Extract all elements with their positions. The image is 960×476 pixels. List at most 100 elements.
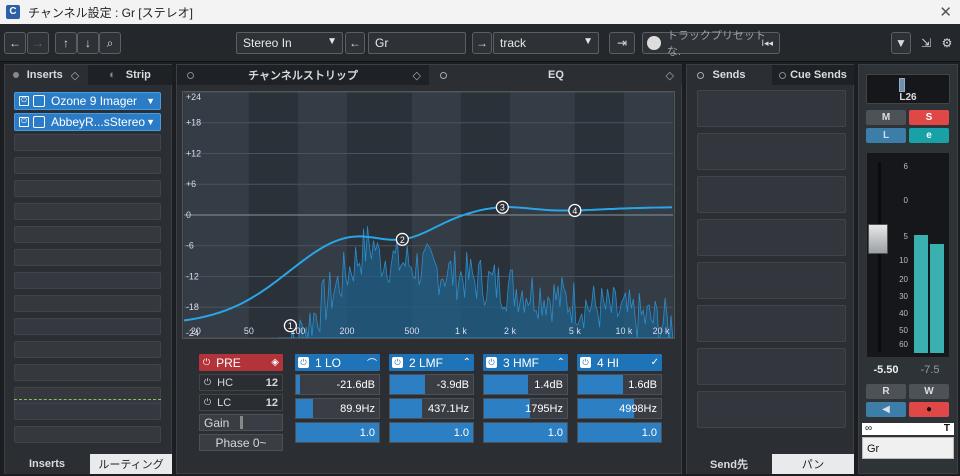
insert-slot-1[interactable]: ⏻ Ozone 9 Imager ▼ — [14, 92, 161, 110]
insert-slot-2[interactable]: ⏻ AbbeyR...sStereo ▼ — [14, 113, 161, 131]
peak-level-value[interactable]: -7.5 — [910, 364, 950, 378]
power-icon[interactable]: ⏻ — [486, 357, 497, 368]
band-q-slider[interactable]: 1.0 — [577, 422, 662, 443]
tab-eq[interactable]: EQ ◇ — [430, 65, 682, 85]
phase-button[interactable]: Phase 0~ — [199, 434, 283, 451]
forward-arrow-icon[interactable]: → — [27, 32, 49, 54]
write-automation-button[interactable]: W — [909, 384, 949, 399]
gain-slider[interactable]: Gain — [199, 414, 283, 431]
edit-channel-button[interactable]: e — [909, 128, 949, 143]
band-gain-slider[interactable]: 1.4dB — [483, 374, 568, 395]
gain-handle[interactable] — [240, 416, 243, 429]
pan-control[interactable]: L26 — [866, 74, 950, 104]
empty-insert-slot[interactable] — [14, 157, 161, 174]
chevron-down-icon[interactable]: ▼ — [891, 32, 911, 54]
band-header[interactable]: ⏻ 1 LO ⌒ — [295, 354, 380, 371]
pan-handle[interactable] — [899, 78, 905, 92]
monitor-icon[interactable]: ◀ — [866, 402, 906, 417]
tab-routing[interactable]: ルーティング — [90, 454, 172, 474]
send-slot[interactable] — [697, 133, 846, 170]
solo-button[interactable]: S — [909, 110, 949, 125]
band-freq-slider[interactable]: 89.9Hz — [295, 398, 380, 419]
channel-name-input[interactable]: Gr — [368, 32, 466, 54]
tab-inserts-bottom[interactable]: Inserts — [5, 454, 89, 474]
read-automation-button[interactable]: R — [866, 384, 906, 399]
tab-cue-sends[interactable]: Cue Sends — [772, 65, 854, 85]
send-slot[interactable] — [697, 90, 846, 127]
highcut-toggle[interactable]: ⏻ HC 12 — [199, 374, 283, 391]
send-slot[interactable] — [697, 391, 846, 428]
send-slot[interactable] — [697, 262, 846, 299]
band-gain-slider[interactable]: -21.6dB — [295, 374, 380, 395]
empty-insert-slot[interactable] — [14, 295, 161, 312]
pre-section-button[interactable]: ⏻ PRE ◈ — [199, 354, 283, 371]
mute-button[interactable]: M — [866, 110, 906, 125]
back-arrow-icon[interactable]: ← — [4, 32, 26, 54]
link-icon[interactable]: ∞ — [865, 423, 872, 434]
input-routing-select[interactable]: Stereo In ▼ — [236, 32, 343, 54]
edit-icon[interactable] — [33, 95, 45, 107]
band-q-slider[interactable]: 1.0 — [389, 422, 474, 443]
high-shelf-icon[interactable]: ✓ — [651, 357, 659, 368]
band-header[interactable]: ⏻ 4 HI ✓ — [577, 354, 662, 371]
edit-icon[interactable] — [33, 116, 45, 128]
empty-insert-slot[interactable] — [14, 203, 161, 220]
empty-insert-slot[interactable] — [14, 249, 161, 266]
chevron-down-icon[interactable]: ▼ — [146, 117, 155, 127]
up-arrow-icon[interactable]: ↑ — [55, 32, 77, 54]
tab-pan[interactable]: パン — [772, 454, 854, 474]
gear-icon[interactable]: ⚙ — [938, 32, 956, 54]
left-arrow-icon[interactable]: ← — [345, 32, 365, 54]
send-slot[interactable] — [697, 305, 846, 342]
power-icon[interactable]: ⏻ — [580, 357, 591, 368]
empty-insert-slot[interactable] — [14, 226, 161, 243]
empty-insert-slot[interactable] — [14, 341, 161, 358]
band-q-slider[interactable]: 1.0 — [483, 422, 568, 443]
empty-insert-slot[interactable] — [14, 272, 161, 289]
empty-insert-slot[interactable] — [14, 426, 161, 443]
send-slot[interactable] — [697, 219, 846, 256]
empty-insert-slot[interactable] — [14, 364, 161, 381]
power-icon[interactable]: ⏻ — [298, 357, 309, 368]
fader-level-value[interactable]: -5.50 — [866, 364, 906, 378]
preset-reset-icon[interactable]: I◂◂ — [761, 38, 773, 49]
lowcut-toggle[interactable]: ⏻ LC 12 — [199, 394, 283, 411]
close-icon[interactable]: ✕ — [939, 3, 952, 21]
chevron-down-icon[interactable]: ▼ — [146, 96, 155, 106]
settings-panel-icon[interactable]: ⇲ — [917, 32, 935, 54]
record-icon[interactable]: ● — [909, 402, 949, 417]
band-header[interactable]: ⏻ 3 HMF ⌃ — [483, 354, 568, 371]
band-q-slider[interactable]: 1.0 — [295, 422, 380, 443]
bypass-icon[interactable]: ⏻ — [19, 117, 29, 127]
band-freq-slider[interactable]: 437.1Hz — [389, 398, 474, 419]
routing-icon[interactable]: ⇥ — [609, 32, 635, 54]
bypass-icon[interactable]: ⏻ — [19, 96, 29, 106]
output-routing-select[interactable]: track ▼ — [493, 32, 599, 54]
empty-insert-slot[interactable] — [14, 403, 161, 420]
power-icon[interactable]: ⏻ — [392, 357, 403, 368]
send-slot[interactable] — [697, 348, 846, 385]
right-arrow-icon[interactable]: → — [472, 32, 492, 54]
band-freq-slider[interactable]: 1795Hz — [483, 398, 568, 419]
empty-insert-slot[interactable] — [14, 387, 161, 404]
eq-curve-display[interactable]: +24+18+12+60-6-12-18-2420 50 100 200 500 1 k2… — [182, 91, 675, 339]
tab-strip[interactable]: ◐ Strip — [88, 65, 172, 85]
band-gain-slider[interactable]: -3.9dB — [389, 374, 474, 395]
peak-icon[interactable]: ⌃ — [557, 357, 565, 368]
low-shelf-icon[interactable]: ⌒ — [367, 355, 377, 370]
band-gain-slider[interactable]: 1.6dB — [577, 374, 662, 395]
empty-insert-slot[interactable] — [14, 318, 161, 335]
tab-sends[interactable]: Sends — [687, 65, 771, 85]
fader-track[interactable] — [878, 162, 881, 352]
track-preset-field[interactable]: トラックプリセットな. I◂◂ — [642, 30, 780, 58]
tab-channel-strip[interactable]: チャンネルストリップ ◇ — [177, 65, 429, 85]
band-header[interactable]: ⏻ 2 LMF ⌃ — [389, 354, 474, 371]
volume-fader-handle[interactable] — [868, 224, 888, 254]
tab-send-destination[interactable]: Send先 — [687, 454, 771, 474]
empty-insert-slot[interactable] — [14, 134, 161, 151]
listen-button[interactable]: L — [866, 128, 906, 143]
band-freq-slider[interactable]: 4998Hz — [577, 398, 662, 419]
send-slot[interactable] — [697, 176, 846, 213]
down-arrow-icon[interactable]: ↓ — [77, 32, 99, 54]
empty-insert-slot[interactable] — [14, 180, 161, 197]
